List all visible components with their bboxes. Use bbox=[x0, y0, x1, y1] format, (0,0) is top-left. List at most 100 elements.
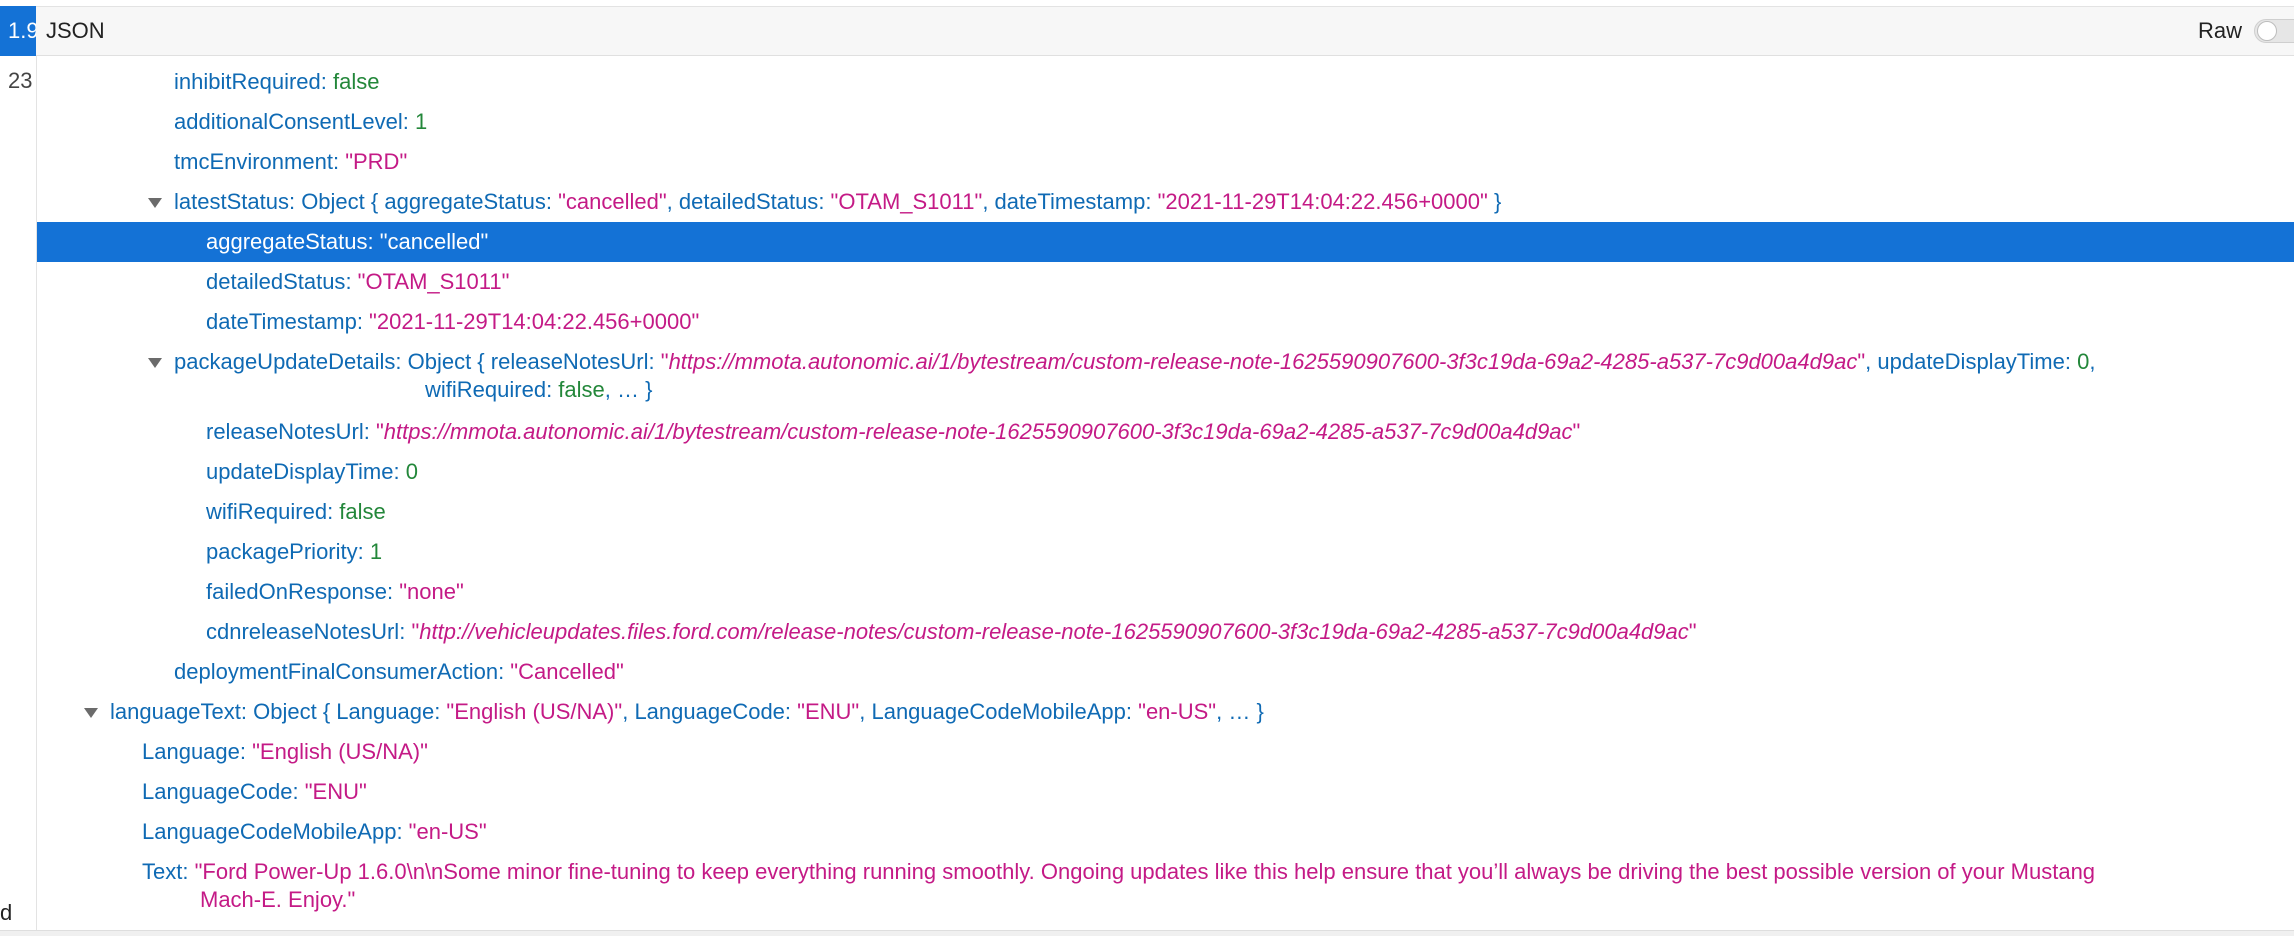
summary-key: Language bbox=[336, 699, 435, 724]
tree-key: Language bbox=[142, 739, 240, 764]
tree-key: latestStatus bbox=[174, 189, 289, 214]
tree-key: LanguageCodeMobileApp bbox=[142, 819, 397, 844]
tree-value-quote: " bbox=[375, 419, 384, 444]
summary-value: "ENU" bbox=[797, 699, 860, 724]
object-summary-suffix: … } bbox=[617, 377, 653, 402]
tree-key: updateDisplayTime bbox=[206, 459, 394, 484]
tree-row-additional-consent-level[interactable]: additionalConsentLevel: 1 bbox=[37, 102, 2294, 142]
summary-value: 0 bbox=[2077, 349, 2090, 374]
summary-key: dateTimestamp bbox=[994, 189, 1146, 214]
summary-value: false bbox=[558, 377, 605, 402]
expand-triangle-icon[interactable] bbox=[148, 358, 162, 368]
tree-value-line-1: "Ford Power-Up 1.6.0\n\nSome minor fine-… bbox=[194, 859, 2096, 884]
summary-value: "2021-11-29T14:04:22.456+0000" bbox=[1157, 189, 1488, 214]
object-summary-suffix: … } bbox=[1228, 699, 1264, 724]
tree-value: "Cancelled" bbox=[510, 659, 624, 684]
tree-row-latest-status[interactable]: latestStatus: Object { aggregateStatus: … bbox=[37, 182, 2294, 222]
tree-row-wifi-required[interactable]: wifiRequired: false bbox=[37, 492, 2294, 532]
summary-key: updateDisplayTime bbox=[1877, 349, 2065, 374]
tree-row-language-text[interactable]: languageText: Object { Language: "Englis… bbox=[37, 692, 2294, 732]
tree-row-deployment-final-consumer-action[interactable]: deploymentFinalConsumerAction: "Cancelle… bbox=[37, 652, 2294, 692]
raw-toggle-knob bbox=[2257, 21, 2277, 41]
tree-value: 1 bbox=[369, 539, 383, 564]
tree-row-update-display-time[interactable]: updateDisplayTime: 0 bbox=[37, 452, 2294, 492]
summary-key: LanguageCodeMobileApp bbox=[871, 699, 1126, 724]
tree-value: "PRD" bbox=[345, 149, 408, 174]
tree-key: Text bbox=[142, 859, 183, 884]
tree-row-aggregate-status-selected[interactable]: aggregateStatus: "cancelled" bbox=[37, 222, 2294, 262]
tree-row-cdn-release-notes-url[interactable]: cdnreleaseNotesUrl: "http://vehicleupdat… bbox=[37, 612, 2294, 652]
summary-key: detailedStatus bbox=[678, 189, 819, 214]
summary-url-value[interactable]: https://mmota.autonomic.ai/1/bytestream/… bbox=[669, 349, 1858, 374]
bottom-edge bbox=[0, 930, 2294, 936]
tree-row-package-update-details[interactable]: packageUpdateDetails: Object { releaseNo… bbox=[37, 342, 2294, 412]
gutter-line-number: 23 bbox=[8, 68, 33, 93]
expand-triangle-icon[interactable] bbox=[148, 198, 162, 208]
tree-key: deploymentFinalConsumerAction bbox=[174, 659, 499, 684]
summary-value: "cancelled" bbox=[558, 189, 667, 214]
object-summary-prefix: Object { bbox=[407, 349, 485, 374]
tree-row-failed-on-response[interactable]: failedOnResponse: "none" bbox=[37, 572, 2294, 612]
tree-key: additionalConsentLevel bbox=[174, 109, 403, 134]
gutter-bottom-label: d bbox=[0, 900, 13, 925]
tree-key: packageUpdateDetails bbox=[174, 349, 396, 374]
json-viewer-window: 1.9 23 d JSON Raw inhibitRequired: false… bbox=[0, 0, 2294, 936]
summary-value: "en-US" bbox=[1138, 699, 1217, 724]
gutter-active-item[interactable]: 1.9 bbox=[0, 6, 36, 56]
tree-value: "OTAM_S1011" bbox=[357, 269, 510, 294]
tree-value: false bbox=[339, 499, 386, 524]
tree-row-date-timestamp[interactable]: dateTimestamp: "2021-11-29T14:04:22.456+… bbox=[37, 302, 2294, 342]
tree-key: aggregateStatus bbox=[206, 229, 368, 254]
tree-row-detailed-status[interactable]: detailedStatus: "OTAM_S1011" bbox=[37, 262, 2294, 302]
tree-value: "en-US" bbox=[408, 819, 487, 844]
tree-row-language[interactable]: Language: "English (US/NA)" bbox=[37, 732, 2294, 772]
raw-toggle-switch[interactable] bbox=[2254, 19, 2294, 43]
tree-value-line-2: Mach-E. Enjoy." bbox=[200, 887, 356, 912]
tree-value: "cancelled" bbox=[379, 229, 489, 254]
tree-key: tmcEnvironment bbox=[174, 149, 333, 174]
summary-value: "English (US/NA)" bbox=[446, 699, 623, 724]
tree-value: 1 bbox=[414, 109, 428, 134]
tree-row-language-code[interactable]: LanguageCode: "ENU" bbox=[37, 772, 2294, 812]
tree-key: LanguageCode bbox=[142, 779, 293, 804]
summary-key: releaseNotesUrl bbox=[490, 349, 649, 374]
cdn-release-notes-url-link[interactable]: http://vehicleupdates.files.ford.com/rel… bbox=[419, 619, 1689, 644]
summary-key: LanguageCode bbox=[634, 699, 785, 724]
json-header-bar: JSON Raw bbox=[36, 6, 2294, 56]
tree-row-inhibit-required[interactable]: inhibitRequired: false bbox=[37, 62, 2294, 102]
tree-row-text[interactable]: Text: "Ford Power-Up 1.6.0\n\nSome minor… bbox=[37, 852, 2294, 922]
tree-key: cdnreleaseNotesUrl bbox=[206, 619, 400, 644]
tree-key: releaseNotesUrl bbox=[206, 419, 364, 444]
tree-key: packagePriority bbox=[206, 539, 358, 564]
tree-key: inhibitRequired bbox=[174, 69, 321, 94]
summary-key: aggregateStatus bbox=[384, 189, 546, 214]
tree-key: detailedStatus bbox=[206, 269, 346, 294]
raw-label: Raw bbox=[2197, 18, 2242, 43]
object-summary-suffix: } bbox=[1493, 189, 1502, 214]
tree-key: failedOnResponse bbox=[206, 579, 388, 604]
object-summary-prefix: Object { bbox=[301, 189, 379, 214]
tree-value: "ENU" bbox=[304, 779, 367, 804]
tree-value: "2021-11-29T14:04:22.456+0000" bbox=[369, 309, 700, 334]
tree-row-language-code-mobile-app[interactable]: LanguageCodeMobileApp: "en-US" bbox=[37, 812, 2294, 852]
summary-value: "OTAM_S1011" bbox=[830, 189, 983, 214]
tree-key: wifiRequired bbox=[206, 499, 328, 524]
tree-value: "English (US/NA)" bbox=[252, 739, 428, 764]
expand-triangle-icon[interactable] bbox=[84, 708, 98, 718]
object-summary-prefix: Object { bbox=[253, 699, 331, 724]
tree-value: 0 bbox=[405, 459, 418, 484]
tree-row-package-priority[interactable]: packagePriority: 1 bbox=[37, 532, 2294, 572]
tree-value: false bbox=[333, 69, 380, 94]
tree-row-tmc-environment[interactable]: tmcEnvironment: "PRD" bbox=[37, 142, 2294, 182]
release-notes-url-link[interactable]: https://mmota.autonomic.ai/1/bytestream/… bbox=[384, 419, 1573, 444]
summary-quote: " bbox=[660, 349, 669, 374]
summary-quote: " bbox=[1857, 349, 1866, 374]
tree-row-release-notes-url[interactable]: releaseNotesUrl: "https://mmota.autonomi… bbox=[37, 412, 2294, 452]
left-gutter: 1.9 23 d bbox=[0, 6, 37, 930]
tree-key: dateTimestamp bbox=[206, 309, 357, 334]
tree-value: "none" bbox=[399, 579, 464, 604]
tree-value-quote: " bbox=[1688, 619, 1697, 644]
tree-value-quote: " bbox=[1572, 419, 1581, 444]
summary-key: wifiRequired bbox=[425, 377, 547, 402]
json-tab-title[interactable]: JSON bbox=[46, 7, 105, 55]
